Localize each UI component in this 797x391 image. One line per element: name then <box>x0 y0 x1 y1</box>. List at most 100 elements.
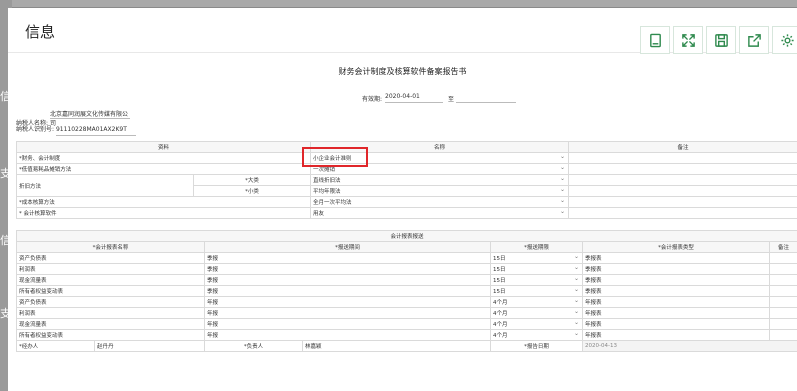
note-cell[interactable] <box>568 207 797 219</box>
deadline-select[interactable]: 15日 ⌄ <box>490 285 583 297</box>
report-type-cell[interactable]: 年报表 <box>582 296 770 308</box>
note-cell[interactable] <box>568 196 797 208</box>
note-cell[interactable] <box>768 329 797 341</box>
info-dialog: 信息 财务会计制度及核算软件备案报告书 有效期: 2020-04-01 至 纳税… <box>8 8 797 391</box>
tablet-icon[interactable] <box>640 26 670 54</box>
row-label: * 会计核算软件 <box>15 207 312 219</box>
export-icon[interactable] <box>739 26 769 54</box>
date-label: *报告日期 <box>490 340 583 352</box>
table-row: 资产负债表 季报 15日 ⌄ 季报表 <box>16 252 797 264</box>
note-cell[interactable] <box>568 174 797 186</box>
report-type-cell[interactable]: 季报表 <box>582 274 770 286</box>
report-period-cell[interactable]: 季报 <box>204 274 491 286</box>
expand-icon[interactable] <box>673 26 703 54</box>
head-label: *负责人 <box>204 340 303 352</box>
report-name-cell[interactable]: 现金流量表 <box>16 318 205 330</box>
chevron-down-icon: ⌄ <box>573 286 579 294</box>
note-cell[interactable] <box>768 296 797 308</box>
report-name-cell[interactable]: 所有者权益变动表 <box>16 285 205 297</box>
report-period-cell[interactable]: 年报 <box>204 329 491 341</box>
report-period-cell[interactable]: 季报 <box>204 285 491 297</box>
row-sublabel: *大类 <box>192 174 312 186</box>
chevron-down-icon: ⌄ <box>573 264 579 272</box>
column-header-period: *报送期间 <box>204 241 491 253</box>
select-value: 4个月 <box>493 322 508 328</box>
deadline-select[interactable]: 4个月 ⌄ <box>490 318 583 330</box>
report-type-cell[interactable]: 年报表 <box>582 329 770 341</box>
depreciation-minor-select[interactable]: 平均年限法 ⌄ <box>310 185 570 197</box>
report-name-cell[interactable]: 利润表 <box>16 263 205 275</box>
note-cell[interactable] <box>768 307 797 319</box>
head-field[interactable]: 林嘉颖 <box>302 340 491 352</box>
report-name-cell[interactable]: 资产负债表 <box>16 296 205 308</box>
column-header-report-type: *会计报表类型 <box>582 241 770 253</box>
taxpayer-name-field[interactable]: 北京嘉同润展文化传媒有限公司 <box>49 109 130 127</box>
report-date-field[interactable]: 2020-04-13 <box>581 340 797 352</box>
row-label: *财务、会计制度 <box>15 152 312 164</box>
select-value: 平均年限法 <box>313 189 341 195</box>
deadline-select[interactable]: 15日 ⌄ <box>490 263 583 275</box>
taxpayer-id-label: 纳税人识别号: <box>16 126 55 133</box>
deadline-select[interactable]: 4个月 ⌄ <box>490 307 583 319</box>
deadline-select[interactable]: 4个月 ⌄ <box>490 296 583 308</box>
taxpayer-id-field[interactable]: 91110228MA01AX2K9T <box>55 126 136 136</box>
note-cell[interactable] <box>568 185 797 197</box>
chevron-down-icon: ⌄ <box>573 319 579 327</box>
report-period-cell[interactable]: 年报 <box>204 296 491 308</box>
note-cell[interactable] <box>768 263 797 275</box>
chevron-down-icon: ⌄ <box>559 208 566 216</box>
chevron-down-icon: ⌄ <box>559 186 566 194</box>
table-row: 资产负债表 年报 4个月 ⌄ 年报表 <box>16 296 797 308</box>
agent-label: *经办人 <box>16 340 95 352</box>
report-name-cell[interactable]: 所有者权益变动表 <box>16 329 205 341</box>
select-value: 一次摊销 <box>313 167 336 173</box>
row-label: 折旧方法 <box>16 174 194 197</box>
report-name-cell[interactable]: 利润表 <box>16 307 205 319</box>
table-row: 所有者权益变动表 季报 15日 ⌄ 季报表 <box>16 285 797 297</box>
save-icon[interactable] <box>706 26 736 54</box>
report-period-cell[interactable]: 年报 <box>204 318 491 330</box>
period-label: 有效期: <box>362 96 383 103</box>
note-cell[interactable] <box>568 163 797 175</box>
settings-icon[interactable] <box>772 26 797 54</box>
report-submission-table: 会计报表报送 *会计报表名称 *报送期间 *报送期限 *会计报表类型 备注 资产… <box>15 230 797 352</box>
accounting-software-select[interactable]: 用友 ⌄ <box>310 207 570 219</box>
chevron-down-icon: ⌄ <box>573 330 579 338</box>
deadline-select[interactable]: 15日 ⌄ <box>490 252 583 264</box>
note-cell[interactable] <box>768 285 797 297</box>
report-period-cell[interactable]: 季报 <box>204 252 491 264</box>
column-header-note: 备注 <box>568 141 797 153</box>
report-type-cell[interactable]: 季报表 <box>582 285 770 297</box>
select-value: 4个月 <box>493 311 508 317</box>
report-period-cell[interactable]: 年报 <box>204 307 491 319</box>
period-start-input[interactable]: 2020-04-01 <box>385 93 443 103</box>
background-overlay-top <box>0 0 797 7</box>
report-type-cell[interactable]: 年报表 <box>582 318 770 330</box>
deadline-select[interactable]: 4个月 ⌄ <box>490 329 583 341</box>
column-header-note: 备注 <box>768 241 797 253</box>
report-name-cell[interactable]: 现金流量表 <box>16 274 205 286</box>
period-to-label: 至 <box>448 96 455 103</box>
report-name-cell[interactable]: 资产负债表 <box>16 252 205 264</box>
report-type-cell[interactable]: 年报表 <box>582 307 770 319</box>
report-period-cell[interactable]: 季报 <box>204 263 491 275</box>
select-value: 15日 <box>493 278 506 284</box>
note-cell[interactable] <box>768 318 797 330</box>
select-value: 15日 <box>493 267 506 273</box>
row-label: *成本核算方法 <box>15 196 312 208</box>
note-cell[interactable] <box>768 274 797 286</box>
select-value: 15日 <box>493 289 506 295</box>
cost-method-select[interactable]: 全月一次平均法 ⌄ <box>310 196 570 208</box>
period-end-input[interactable] <box>456 93 516 103</box>
deadline-select[interactable]: 15日 ⌄ <box>490 274 583 286</box>
note-cell[interactable] <box>568 152 797 164</box>
report-type-cell[interactable]: 季报表 <box>582 252 770 264</box>
agent-field[interactable]: 赵丹丹 <box>94 340 205 352</box>
note-cell[interactable] <box>768 252 797 264</box>
report-type-cell[interactable]: 季报表 <box>582 263 770 275</box>
depreciation-major-select[interactable]: 直线折旧法 ⌄ <box>310 174 570 186</box>
table-row: 现金流量表 年报 4个月 ⌄ 年报表 <box>16 318 797 330</box>
row-sublabel: *小类 <box>192 185 312 197</box>
chevron-down-icon: ⌄ <box>573 275 579 283</box>
select-value: 4个月 <box>493 300 508 306</box>
